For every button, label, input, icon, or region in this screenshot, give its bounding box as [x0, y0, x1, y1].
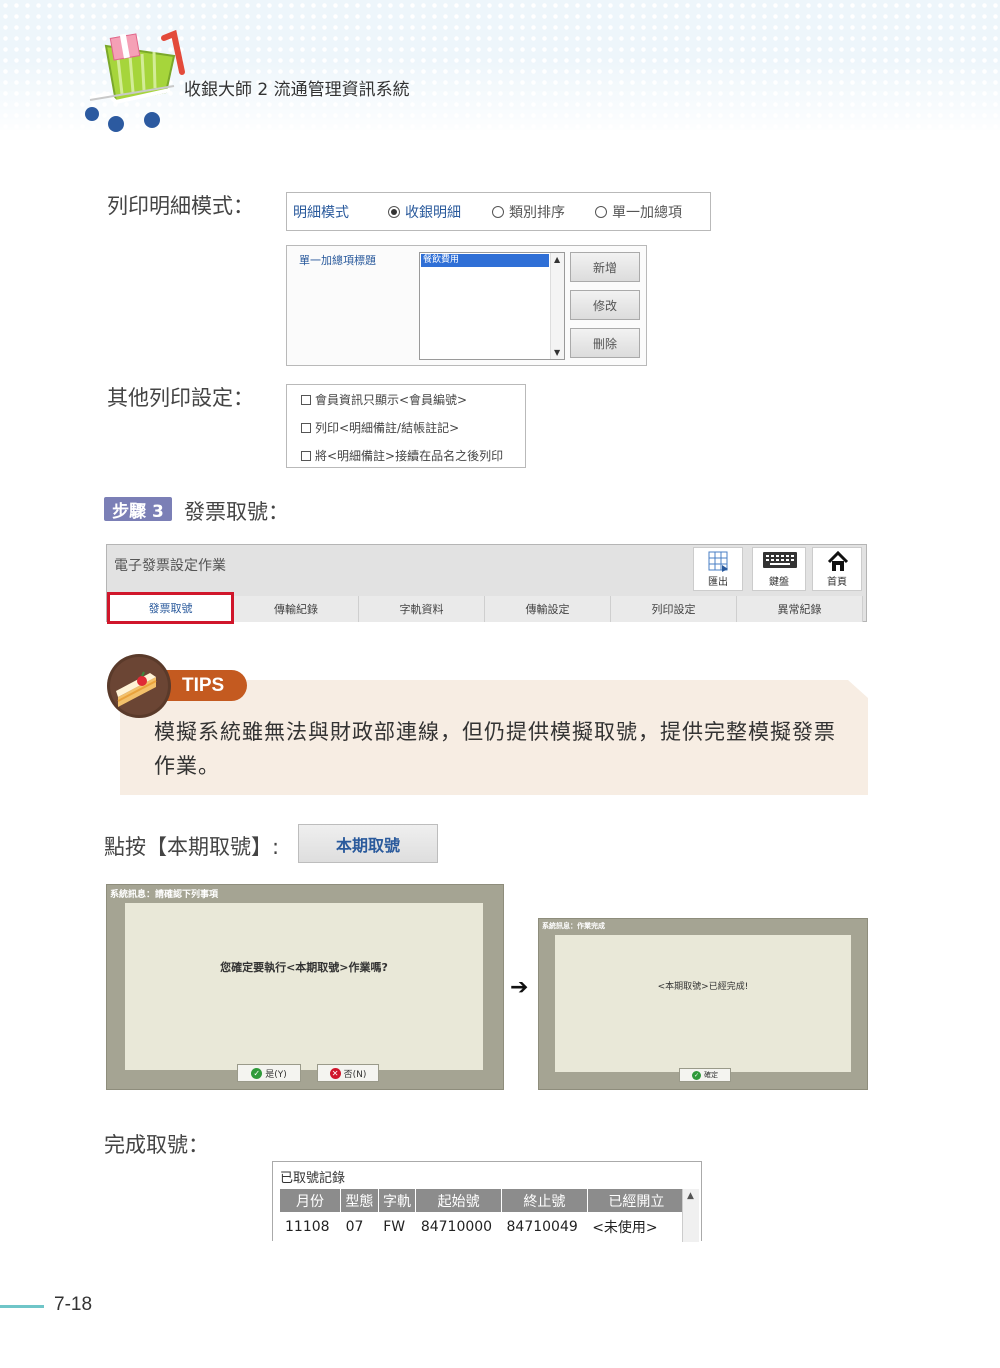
scroll-down-icon[interactable]: ▼: [554, 348, 560, 357]
current-period-fetch-button[interactable]: 本期取號: [298, 824, 438, 863]
summary-title-label: 單一加總項標題: [299, 254, 376, 267]
radio-empty-icon: [492, 206, 504, 218]
cell-start-number: 84710000: [420, 1218, 493, 1235]
cross-icon: ✕: [329, 1067, 341, 1079]
dialog-message: <本期取號>已經完成!: [657, 982, 749, 992]
home-label: 首頁: [827, 577, 847, 588]
checkbox-label: 會員資訊只顯示<會員編號>: [315, 393, 468, 407]
radio-label: 單一加總項: [612, 205, 682, 221]
fetched-records-panel: 已取號記錄 月份 型態 字軌 起始號 終止號 已經開立 11108 07 FW …: [272, 1161, 702, 1242]
dialog-title: 系統訊息：作業完成: [542, 922, 605, 930]
summary-title-listbox[interactable]: 餐飲費用 ▲ ▼: [419, 252, 565, 360]
export-label: 匯出: [708, 577, 728, 588]
step-badge: 步驟 3: [104, 497, 172, 522]
cell-month: 11108: [285, 1218, 330, 1235]
cell-type: 07: [345, 1218, 364, 1235]
settings-tabs: 發票取號 傳輸紀錄 字軌資料 傳輸設定 列印設定 異常紀錄: [107, 592, 866, 624]
no-button[interactable]: ✕ 否(N): [317, 1064, 379, 1082]
tips-text: 模擬系統雖無法與財政部連線，但仍提供模擬取號，提供完整模擬發票作業。: [154, 720, 836, 778]
tab-transmission-settings[interactable]: 傳輸設定: [485, 596, 611, 622]
window-title: 電子發票設定作業: [114, 558, 226, 574]
print-mode-section-label: 列印明細模式：: [107, 194, 254, 218]
check-icon: ✓: [692, 1070, 701, 1080]
dialog-message: 您確定要執行<本期取號>作業嗎?: [220, 961, 388, 974]
radio-label: 類別排序: [509, 205, 565, 221]
column-header[interactable]: 終止號: [501, 1189, 588, 1212]
checkbox-label: 將<明細備註>接續在品名之後列印: [315, 449, 504, 463]
cell-end-number: 84710049: [506, 1218, 578, 1235]
column-header[interactable]: 起始號: [415, 1189, 503, 1212]
column-header[interactable]: 已經開立: [587, 1189, 687, 1212]
radio-single-summary[interactable]: 單一加總項: [595, 202, 682, 222]
cell-track: FW: [383, 1218, 406, 1235]
checkbox-icon: [301, 422, 311, 433]
home-icon: [827, 551, 849, 571]
page-number-bar: [0, 1305, 44, 1308]
export-button[interactable]: 匯出: [693, 547, 743, 591]
listbox-scrollbar[interactable]: ▲ ▼: [550, 253, 564, 359]
tab-print-settings[interactable]: 列印設定: [611, 596, 737, 622]
summary-title-panel: 單一加總項標題 餐飲費用 ▲ ▼ 新增 修改 刪除: [286, 245, 647, 366]
yes-label: 是(Y): [265, 1069, 287, 1080]
edit-button[interactable]: 修改: [570, 290, 640, 320]
table-header-row: 月份 型態 字軌 起始號 終止號 已經開立: [280, 1189, 687, 1212]
checkbox-print-detail-notes[interactable]: 列印<明細備註/結帳註記>: [301, 419, 459, 436]
checkbox-notes-after-item[interactable]: 將<明細備註>接續在品名之後列印: [301, 447, 503, 464]
other-settings-section-label: 其他列印設定：: [107, 386, 254, 410]
completion-dialog: 系統訊息：作業完成 <本期取號>已經完成! ✓ 確定: [538, 918, 868, 1090]
scroll-up-icon[interactable]: ▲: [687, 1191, 694, 1201]
checkbox-icon: [301, 450, 311, 461]
scroll-up-icon[interactable]: ▲: [554, 255, 560, 264]
keyboard-icon: [763, 552, 797, 568]
einvoice-settings-window: 電子發票設定作業 匯出 鍵盤 首頁 發票取號 傳輸紀錄 字軌資料 傳輸設定 列印…: [106, 544, 867, 624]
done-label: 完成取號：: [104, 1133, 209, 1157]
tab-transmission-log[interactable]: 傳輸紀錄: [234, 596, 359, 622]
radio-selected-icon: [388, 206, 400, 218]
book-title: 收銀大師 2 流通管理資訊系統: [184, 80, 410, 100]
yes-button[interactable]: ✓ 是(Y): [237, 1064, 301, 1082]
column-header[interactable]: 月份: [280, 1189, 342, 1212]
cell-issued: <未使用>: [592, 1219, 658, 1236]
keyboard-button[interactable]: 鍵盤: [752, 547, 806, 591]
dialog-title: 系統訊息：請確認下列事項: [110, 890, 219, 900]
no-label: 否(N): [343, 1069, 367, 1080]
radio-category-sort[interactable]: 類別排序: [492, 202, 565, 222]
column-header[interactable]: 字軌: [378, 1189, 417, 1212]
records-scrollbar[interactable]: ▲: [682, 1189, 699, 1242]
radio-empty-icon: [595, 206, 607, 218]
other-settings-panel: 會員資訊只顯示<會員編號> 列印<明細備註/結帳註記> 將<明細備註>接續在品名…: [286, 384, 526, 468]
cake-slice-icon: [107, 654, 171, 718]
dialog-body: 您確定要執行<本期取號>作業嗎?: [125, 903, 483, 1070]
right-arrow-icon: ➔: [510, 975, 529, 1000]
confirm-dialog: 系統訊息：請確認下列事項 您確定要執行<本期取號>作業嗎? ✓ 是(Y) ✕ 否(N…: [106, 884, 504, 1090]
mode-label: 明細模式: [293, 205, 349, 221]
print-mode-panel: 明細模式 收銀明細 類別排序 單一加總項: [286, 192, 711, 231]
checkbox-label: 列印<明細備註/結帳註記>: [315, 421, 460, 435]
check-icon: ✓: [251, 1067, 263, 1079]
dialog-body: <本期取號>已經完成!: [555, 935, 851, 1072]
ok-button[interactable]: ✓ 確定: [679, 1068, 731, 1082]
page-number: 7-18: [54, 1294, 93, 1315]
add-button[interactable]: 新增: [570, 252, 640, 282]
keyboard-label: 鍵盤: [769, 577, 789, 588]
tab-track-data[interactable]: 字軌資料: [359, 596, 485, 622]
radio-cashier-detail[interactable]: 收銀明細: [388, 202, 461, 222]
records-table: 月份 型態 字軌 起始號 終止號 已經開立 11108 07 FW 847100…: [280, 1189, 687, 1241]
delete-button[interactable]: 刪除: [570, 328, 640, 358]
table-row[interactable]: 11108 07 FW 84710000 84710049 <未使用>: [280, 1212, 686, 1241]
ok-label: 確定: [704, 1071, 718, 1079]
tab-invoice-number-fetch[interactable]: 發票取號: [107, 592, 234, 624]
home-button[interactable]: 首頁: [812, 547, 862, 591]
radio-label: 收銀明細: [405, 205, 461, 221]
tab-exception-log[interactable]: 異常紀錄: [737, 596, 863, 622]
checkbox-icon: [301, 394, 311, 405]
step-title: 發票取號：: [184, 500, 289, 524]
column-header[interactable]: 型態: [340, 1189, 379, 1212]
shopping-cart-logo-icon: [85, 29, 185, 132]
records-title: 已取號記錄: [280, 1171, 346, 1186]
checkbox-member-number-only[interactable]: 會員資訊只顯示<會員編號>: [301, 391, 467, 408]
click-instruction: 點按【本期取號】:: [104, 835, 280, 859]
listbox-selected-item[interactable]: 餐飲費用: [421, 254, 549, 267]
export-grid-icon: [708, 551, 728, 572]
